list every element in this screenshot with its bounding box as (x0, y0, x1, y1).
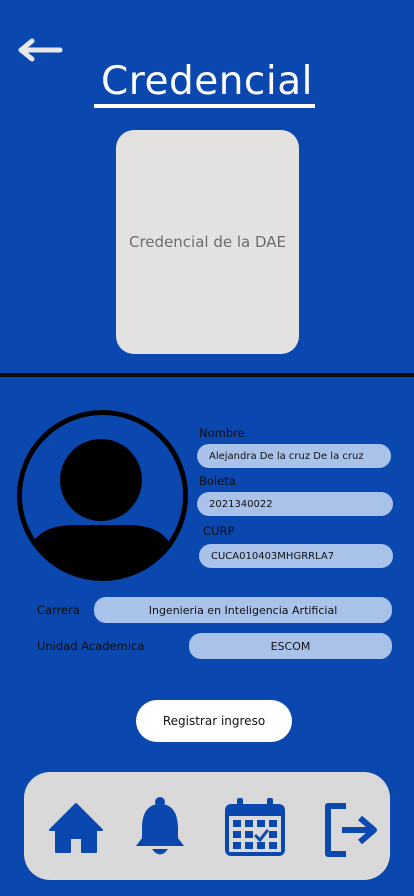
credential-card: Credencial de la DAE (116, 130, 299, 354)
title-underline (94, 104, 315, 108)
unidad-field: ESCOM (189, 633, 392, 659)
nombre-label: Nombre (199, 426, 245, 440)
bottom-nav (24, 772, 390, 880)
curp-label: CURP (203, 524, 235, 538)
logout-icon[interactable] (322, 802, 378, 858)
carrera-label: Carrera (37, 603, 80, 617)
nombre-field: Alejandra De la cruz De la cruz (197, 444, 391, 468)
boleta-field: 2021340022 (197, 492, 393, 516)
avatar-icon (17, 410, 188, 581)
boleta-label: Boleta (199, 474, 236, 488)
curp-field: CUCA010403MHGRRLA7 (199, 544, 393, 568)
carrera-field: Ingenieria en Inteligencia Artificial (94, 597, 392, 623)
home-icon[interactable] (48, 800, 104, 856)
page-title: Credencial (101, 59, 313, 104)
register-entry-button[interactable]: Registrar ingreso (136, 700, 292, 742)
calendar-icon[interactable] (223, 796, 287, 858)
section-divider (0, 373, 414, 377)
unidad-label: Unidad Academica (37, 639, 145, 653)
bell-icon[interactable] (132, 796, 188, 858)
credential-placeholder-text: Credencial de la DAE (128, 233, 286, 251)
